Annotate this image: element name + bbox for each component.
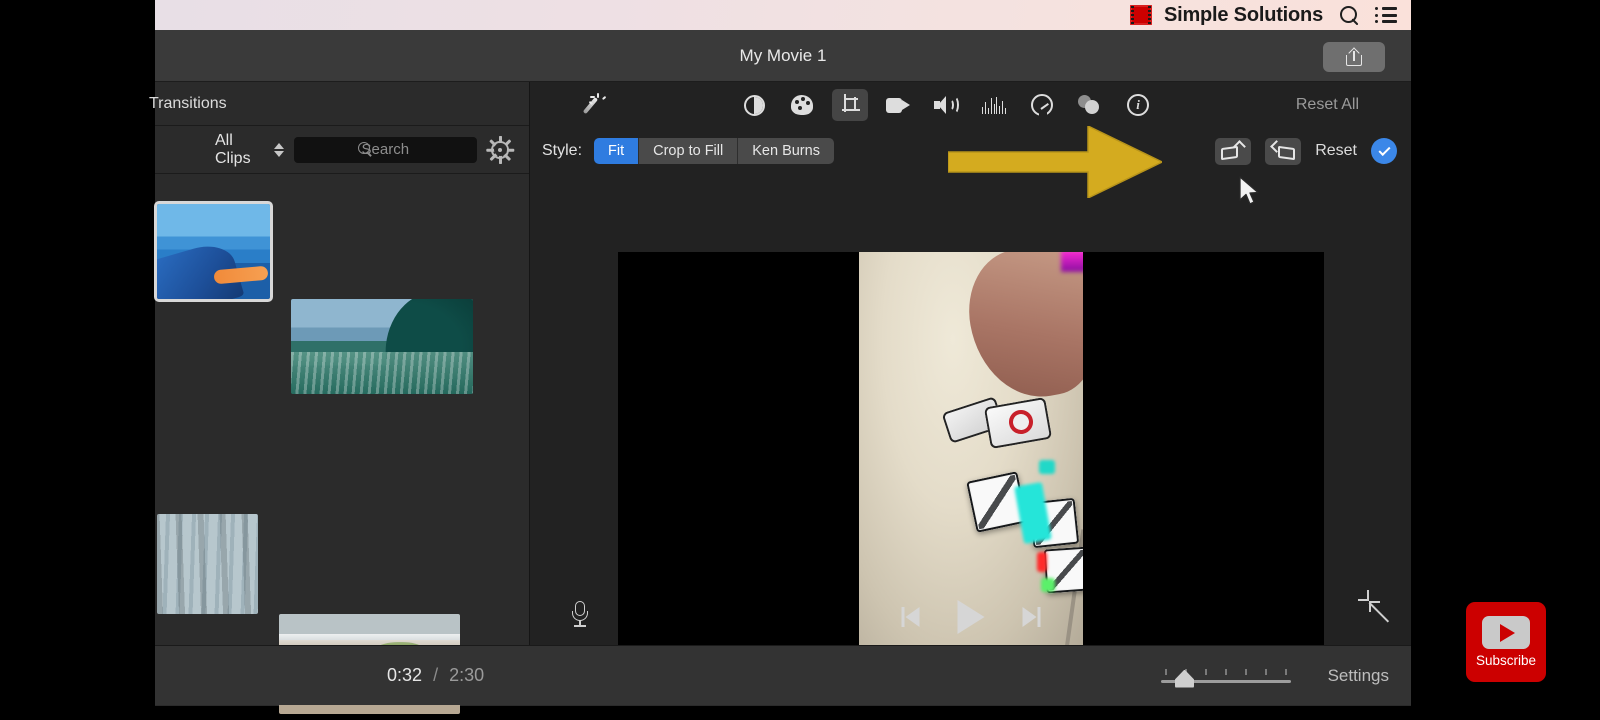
imovie-window: My Movie 1 Transitions All Clips Search … [149, 30, 1411, 714]
clip-thumbnail-grid [154, 174, 529, 714]
hand-in-frame [958, 252, 1083, 408]
list-item[interactable] [291, 299, 473, 394]
gear-icon[interactable] [486, 135, 515, 164]
rotate-clockwise-button[interactable] [1265, 137, 1302, 165]
current-time: 0:32 [387, 665, 423, 685]
timeline-zoom-slider[interactable] [1161, 663, 1291, 689]
window-titlebar: My Movie 1 [155, 30, 1411, 82]
color-balance-button[interactable] [736, 89, 772, 121]
red-glow [1037, 552, 1047, 572]
apply-button[interactable] [1371, 138, 1397, 164]
style-label: Style: [542, 142, 583, 159]
brand-block: Simple Solutions [1129, 3, 1323, 27]
reset-button[interactable]: Reset [1315, 142, 1357, 160]
checkmark-icon [1377, 143, 1391, 156]
crop-icon [839, 94, 861, 116]
cyan-glow-small [1039, 460, 1055, 474]
yellow-pointer-arrow [948, 126, 1162, 198]
settings-button[interactable]: Settings [1328, 666, 1389, 686]
rotate-counterclockwise-button[interactable] [1215, 137, 1252, 165]
style-segmented-control: Fit Crop to Fill Ken Burns [594, 138, 834, 164]
library-header-title: Transitions [149, 94, 227, 112]
style-option-crop-to-fill[interactable]: Crop to Fill [639, 138, 739, 164]
search-input[interactable]: Search [293, 136, 478, 163]
timeline-footer: 0:32 / 2:30 Settings [155, 645, 1411, 705]
library-toolbar: All Clips Search [155, 126, 529, 174]
search-icon[interactable] [1339, 5, 1359, 25]
window-body: Transitions All Clips Search i Reset All… [149, 82, 1411, 714]
youtube-subscribe-badge[interactable]: Subscribe [1466, 602, 1546, 682]
half-circle-icon [743, 94, 765, 116]
playback-controls [530, 585, 1411, 645]
speedometer-icon [1031, 94, 1053, 117]
skip-to-start-button[interactable] [901, 607, 923, 627]
search-icon [357, 141, 373, 157]
overlapping-circles-icon [1078, 95, 1102, 115]
stabilization-button[interactable] [880, 89, 916, 121]
magic-wand-icon [582, 93, 612, 117]
speaker-icon [934, 95, 959, 115]
list-menu-icon[interactable] [1375, 7, 1397, 23]
style-option-ken-burns[interactable]: Ken Burns [738, 138, 834, 164]
clip-filter-button[interactable] [1072, 89, 1108, 121]
screenshot-root: Simple Solutions My Movie 1 Transitions [0, 0, 1600, 720]
timecode-display: 0:32 / 2:30 [387, 665, 484, 686]
rotate-clockwise-icon [1270, 140, 1296, 161]
total-time: 2:30 [449, 665, 485, 685]
youtube-play-icon [1482, 616, 1530, 649]
volume-button[interactable] [928, 89, 964, 121]
film-strip-icon [1129, 5, 1152, 25]
info-button[interactable]: i [1120, 89, 1156, 121]
equalizer-button[interactable] [976, 89, 1012, 121]
cyan-glow [1014, 482, 1052, 544]
crop-actions: Reset [1215, 137, 1397, 165]
style-option-fit[interactable]: Fit [594, 138, 640, 164]
list-item[interactable] [154, 201, 273, 302]
time-separator: / [433, 665, 439, 685]
speed-button[interactable] [1024, 89, 1060, 121]
up-down-chevron-icon [273, 142, 284, 157]
play-button[interactable] [957, 600, 984, 634]
all-clips-label: All Clips [215, 131, 251, 167]
share-button[interactable] [1323, 42, 1385, 72]
info-circle-icon: i [1127, 94, 1149, 116]
library-panel: Transitions All Clips Search [149, 82, 530, 714]
rotate-counterclockwise-icon [1221, 140, 1247, 161]
magenta-light [1061, 252, 1083, 272]
mouse-cursor [1239, 176, 1259, 205]
equalizer-icon [982, 96, 1007, 114]
transport-controls [901, 600, 1040, 634]
library-header: Transitions [149, 82, 529, 126]
color-correction-button[interactable] [784, 89, 820, 121]
video-camera-icon [886, 97, 910, 114]
reset-all-button[interactable]: Reset All [1296, 96, 1359, 114]
brand-title: Simple Solutions [1163, 3, 1323, 26]
palette-icon [791, 95, 813, 115]
all-clips-filter[interactable]: All Clips [215, 132, 284, 168]
skip-to-end-button[interactable] [1018, 607, 1040, 627]
browser-top-bar: Simple Solutions [155, 0, 1411, 30]
subscribe-label: Subscribe [1475, 653, 1537, 668]
page-title: My Movie 1 [739, 45, 827, 65]
cropping-button[interactable] [832, 89, 868, 121]
inspector-toolbar: i Reset All [530, 82, 1411, 128]
list-item[interactable] [157, 514, 258, 614]
share-upload-icon [1346, 47, 1362, 66]
enhance-magic-wand-button[interactable] [582, 89, 618, 121]
